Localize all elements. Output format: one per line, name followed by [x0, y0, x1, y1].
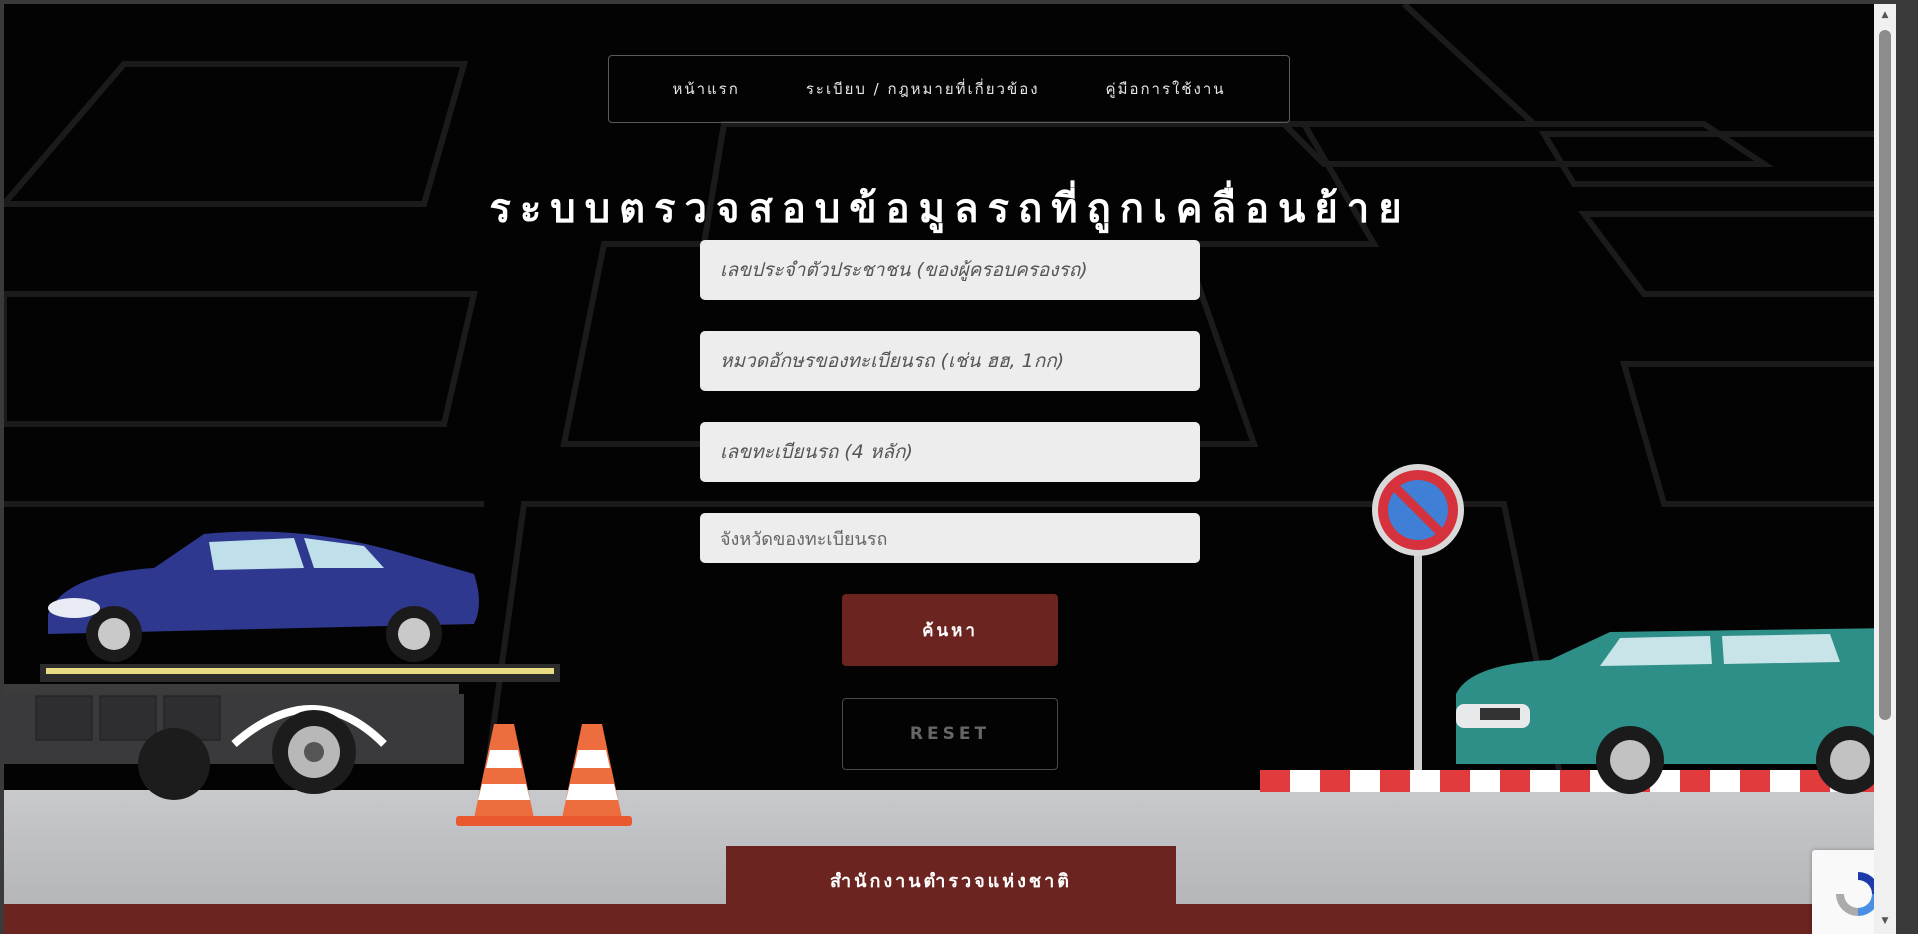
- nav-home-link[interactable]: หน้าแรก: [672, 77, 739, 101]
- province-select[interactable]: จังหวัดของทะเบียนรถ: [700, 513, 1200, 563]
- page-scrollbar[interactable]: ▲ ▼: [1874, 4, 1896, 934]
- id-card-input[interactable]: [700, 240, 1200, 300]
- page: หน้าแรก ระเบียบ / กฎหมายที่เกี่ยวข้อง คู…: [4, 4, 1896, 934]
- nav-laws-link[interactable]: ระเบียบ / กฎหมายที่เกี่ยวข้อง: [806, 77, 1040, 101]
- nav-manual-link[interactable]: คู่มือการใช้งาน: [1106, 77, 1226, 101]
- top-nav: หน้าแรก ระเบียบ / กฎหมายที่เกี่ยวข้อง คู…: [608, 55, 1290, 123]
- plate-number-input[interactable]: [700, 422, 1200, 482]
- scroll-up-icon[interactable]: ▲: [1879, 10, 1891, 20]
- province-select-placeholder: จังหวัดของทะเบียนรถ: [720, 528, 888, 550]
- scroll-down-icon[interactable]: ▼: [1879, 916, 1891, 926]
- plate-prefix-input[interactable]: [700, 331, 1200, 391]
- search-button[interactable]: ค้นหา: [842, 594, 1058, 666]
- scrollbar-thumb[interactable]: [1879, 30, 1891, 720]
- suv-illustration: [1456, 628, 1896, 794]
- traffic-cones-illustration: [456, 724, 632, 826]
- reset-button[interactable]: RESET: [842, 698, 1058, 770]
- page-title: ระบบตรวจสอบข้อมูลรถที่ถูกเคลื่อนย้าย: [489, 186, 1411, 232]
- footer-org-name: สำนักงานตำรวจแห่งชาติ: [726, 846, 1176, 934]
